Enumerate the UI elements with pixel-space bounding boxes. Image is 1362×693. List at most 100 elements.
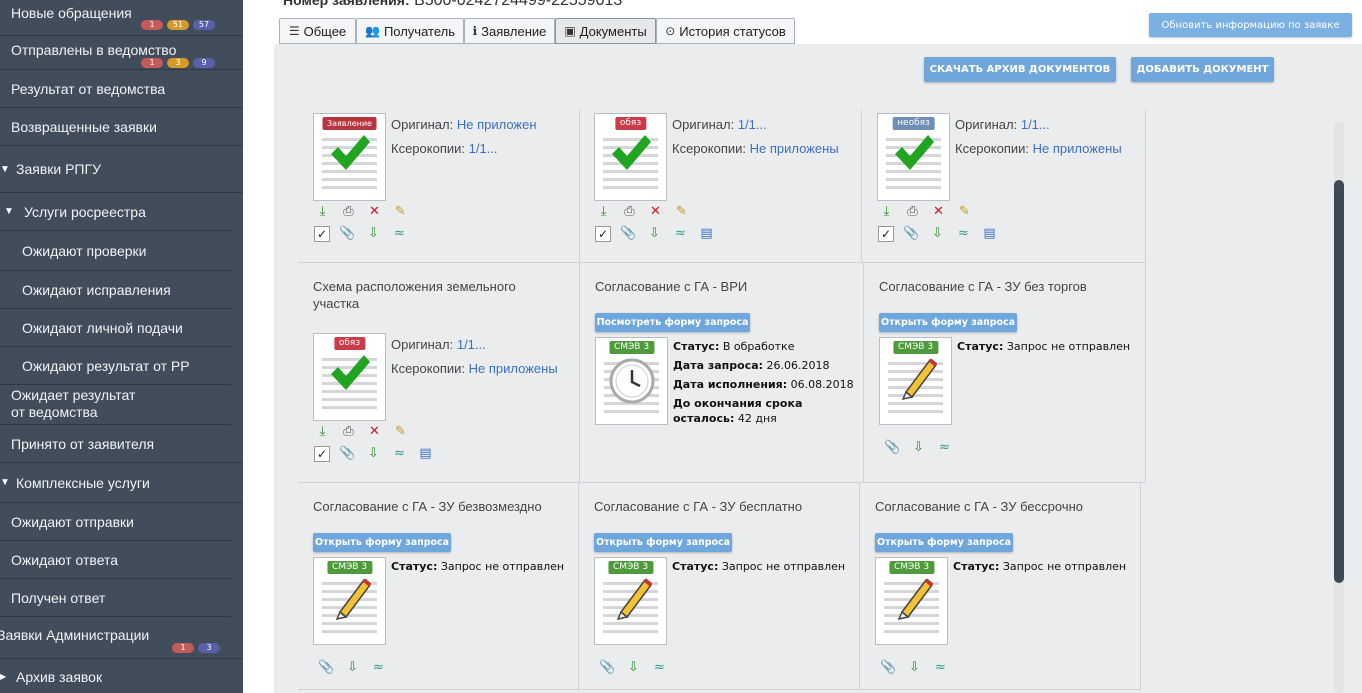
scan-icon[interactable]: ≈ [391,227,408,241]
paperclip-icon[interactable]: 📎 [339,447,356,461]
original-label: Оригинал: [391,117,454,132]
paperclip-icon[interactable]: 📎 [599,661,616,675]
sidebar-item-answer-received[interactable]: Получен ответ [0,579,231,617]
checkbox[interactable]: ✓ [595,226,611,242]
sidebar-item-returned[interactable]: Возвращенные заявки [0,108,243,146]
copies-value[interactable]: 1/1... [469,141,498,156]
paperclip-icon[interactable]: 📎 [903,227,920,241]
checkbox[interactable]: ✓ [314,446,330,462]
open-request-form-button[interactable]: Открыть форму запроса [594,533,732,552]
edit-icon[interactable]: ✎ [673,205,690,219]
paperclip-icon[interactable]: 📎 [880,661,897,675]
paperclip-icon[interactable]: 📎 [884,441,901,455]
upload-image-icon[interactable]: ⇩ [906,661,923,675]
open-request-form-button[interactable]: Открыть форму запроса [879,313,1017,332]
scan-icon[interactable]: ≈ [651,661,668,675]
sidebar-item-agency-result[interactable]: Результат от ведомства [0,70,243,108]
download-icon[interactable]: ⤓ [878,205,895,219]
download-icon[interactable]: ⤓ [314,205,331,219]
edit-icon[interactable]: ✎ [392,205,409,219]
print-icon[interactable]: ⎙ [904,205,921,219]
sidebar-item-administration[interactable]: Заявки Администрации 1 3 [0,617,243,659]
document-thumbnail[interactable]: необяз [877,113,950,201]
print-icon[interactable]: ⎙ [621,205,638,219]
print-icon[interactable]: ⎙ [340,205,357,219]
print-icon[interactable]: ⎙ [340,425,357,439]
request-thumbnail[interactable]: СМЭВ 3 [313,557,386,645]
checkbox[interactable]: ✓ [878,226,894,242]
copies-value[interactable]: Не приложены [750,141,839,156]
edit-icon[interactable]: ✎ [956,205,973,219]
sidebar-item-accepted[interactable]: Принято от заявителя [0,425,243,463]
scan-icon[interactable]: ≈ [370,661,387,675]
add-document-button[interactable]: ДОБАВИТЬ ДОКУМЕНТ [1131,57,1274,82]
paperclip-icon[interactable]: 📎 [339,227,356,241]
document-icon[interactable]: ▤ [417,447,434,461]
tab-status-history[interactable]: ⊙ История статусов [656,18,795,44]
scan-icon[interactable]: ≈ [936,441,953,455]
download-icon[interactable]: ⤓ [314,425,331,439]
download-archive-button[interactable]: СКАЧАТЬ АРХИВ ДОКУМЕНТОВ [924,57,1116,82]
scrollbar-thumb[interactable] [1334,180,1344,583]
scan-icon[interactable]: ≈ [391,447,408,461]
sidebar-item-complex[interactable]: ▼ Комплексные услуги [0,463,243,503]
document-icon[interactable]: ▤ [981,227,998,241]
paperclip-icon[interactable]: 📎 [318,661,335,675]
request-thumbnail[interactable]: СМЭВ 3 [594,557,667,645]
sidebar-item-rosreestr[interactable]: ▼ Услуги росреестра [0,193,231,231]
sidebar-item-label: Ожидают ответа [11,551,119,568]
scan-icon[interactable]: ≈ [955,227,972,241]
document-thumbnail[interactable]: обяз [594,113,667,201]
request-thumbnail[interactable]: СМЭВ 3 [875,557,948,645]
document-thumbnail[interactable]: Заявление [313,113,386,201]
delete-icon[interactable]: ✕ [366,205,383,219]
paperclip-icon[interactable]: 📎 [620,227,637,241]
refresh-info-button[interactable]: Обновить информацию по заявке [1149,13,1352,37]
request-thumbnail[interactable]: СМЭВ 3 [595,337,668,425]
doc-actions-row1: ⤓ ⎙ ✕ ✎ [314,205,409,219]
tab-general[interactable]: ☰ Общее [279,18,356,44]
sidebar-item-await-personal[interactable]: Ожидают личной подачи [0,309,231,347]
original-value[interactable]: 1/1... [1021,117,1050,132]
upload-image-icon[interactable]: ⇩ [625,661,642,675]
count-badge: 3 [167,58,189,68]
scan-icon[interactable]: ≈ [932,661,949,675]
sidebar-item-await-fix[interactable]: Ожидают исправления [0,271,231,309]
upload-image-icon[interactable]: ⇩ [344,661,361,675]
checkbox[interactable]: ✓ [314,226,330,242]
original-value[interactable]: 1/1... [457,337,486,352]
document-icon[interactable]: ▤ [698,227,715,241]
delete-icon[interactable]: ✕ [366,425,383,439]
sidebar-item-new-requests[interactable]: Новые обращения 1 51 57 [0,0,243,36]
edit-icon[interactable]: ✎ [392,425,409,439]
request-thumbnail[interactable]: СМЭВ 3 [879,337,952,425]
upload-image-icon[interactable]: ⇩ [365,227,382,241]
original-value[interactable]: Не приложен [457,117,537,132]
sidebar-item-await-agency-result[interactable]: Ожидает результат от ведомства [0,385,231,425]
tab-application[interactable]: ℹ Заявление [464,18,555,44]
open-request-form-button[interactable]: Открыть форму запроса [313,533,451,552]
tab-documents[interactable]: ▣ Документы [555,18,656,44]
upload-image-icon[interactable]: ⇩ [929,227,946,241]
sidebar-item-await-send[interactable]: Ожидают отправки [0,503,231,541]
document-thumbnail[interactable]: обяз [313,333,386,421]
open-request-form-button[interactable]: Открыть форму запроса [875,533,1013,552]
original-value[interactable]: 1/1... [738,117,767,132]
tab-recipient[interactable]: 👥 Получатель [356,18,464,44]
delete-icon[interactable]: ✕ [647,205,664,219]
sidebar-item-await-check[interactable]: Ожидают проверки [0,231,231,271]
copies-value[interactable]: Не приложены [1033,141,1122,156]
upload-image-icon[interactable]: ⇩ [365,447,382,461]
upload-image-icon[interactable]: ⇩ [910,441,927,455]
sidebar-item-rpgu[interactable]: ▼ Заявки РПГУ [0,146,243,193]
view-request-form-button[interactable]: Посмотреть форму запроса [595,313,750,332]
sidebar-item-await-rr[interactable]: Ожидают результат от РР [0,347,231,385]
scan-icon[interactable]: ≈ [672,227,689,241]
sidebar-item-await-answer[interactable]: Ожидают ответа [0,541,231,579]
sidebar-item-sent-to-agency[interactable]: Отправлены в ведомство 1 3 9 [0,36,243,70]
delete-icon[interactable]: ✕ [930,205,947,219]
upload-image-icon[interactable]: ⇩ [646,227,663,241]
download-icon[interactable]: ⤓ [595,205,612,219]
sidebar-item-archive[interactable]: ▶ Архив заявок [0,659,243,693]
copies-value[interactable]: Не приложены [469,361,558,376]
